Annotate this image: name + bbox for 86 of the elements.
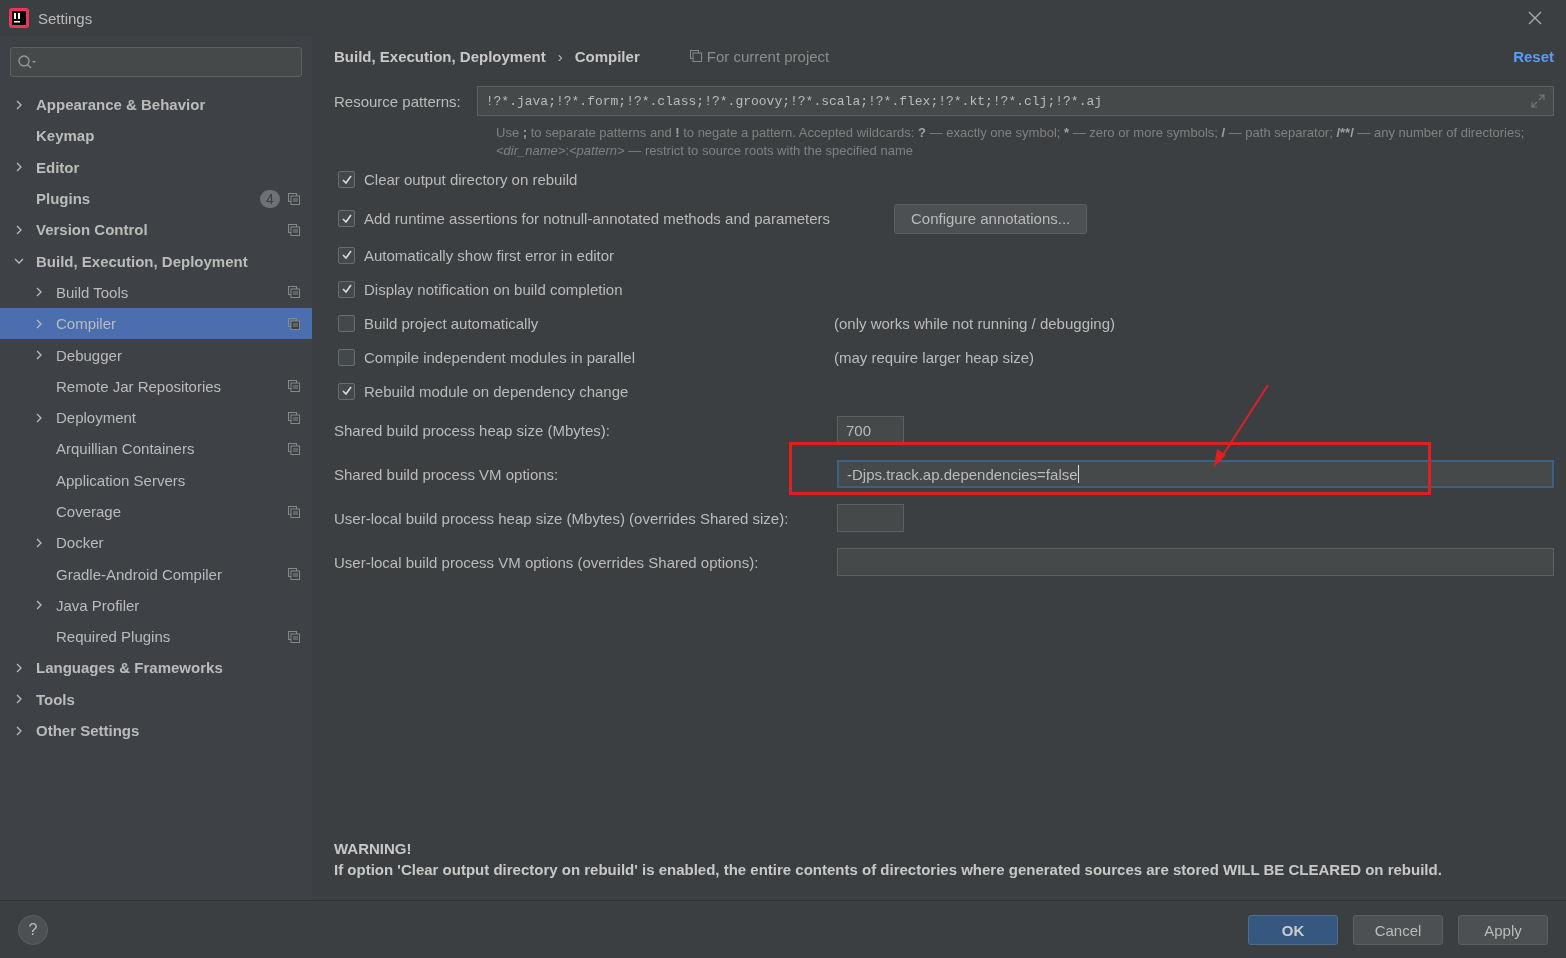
- copy-icon: [288, 411, 300, 424]
- chevron-icon[interactable]: [14, 694, 24, 705]
- checkbox[interactable]: [338, 314, 355, 332]
- breadcrumb-item[interactable]: Build, Execution, Deployment: [334, 47, 546, 65]
- tree-item[interactable]: Coverage: [0, 495, 312, 528]
- checkbox-label[interactable]: Compile independent modules in parallel: [364, 348, 635, 366]
- tree-item[interactable]: Languages & Frameworks: [0, 652, 312, 684]
- tree-item[interactable]: Required Plugins: [0, 621, 312, 653]
- copy-icon: [288, 630, 300, 643]
- tree-item[interactable]: Version Control: [0, 214, 312, 246]
- search-icon: [17, 54, 37, 70]
- tree-item[interactable]: Build, Execution, Deployment: [0, 245, 312, 277]
- tree-item[interactable]: Debugger: [0, 339, 312, 371]
- field-label: Resource patterns:: [334, 92, 461, 110]
- copy-icon: [288, 442, 300, 455]
- chevron-icon[interactable]: [34, 318, 44, 329]
- copy-icon: [288, 192, 300, 205]
- field-label: Shared build process heap size (Mbytes):: [334, 421, 611, 439]
- chevron-icon[interactable]: [34, 350, 44, 360]
- copy-icon: [288, 568, 300, 581]
- chevron-icon[interactable]: [34, 600, 44, 611]
- note-text: (may require larger heap size): [834, 348, 1036, 366]
- chevron-icon[interactable]: [34, 537, 44, 548]
- reset-link[interactable]: Reset: [1513, 47, 1554, 65]
- checkbox-label[interactable]: Add runtime assertions for notnull-annotated methods and parameters: [364, 210, 831, 227]
- field-label: User-local build process VM options (overrides Shared options):: [334, 553, 760, 571]
- configure-button[interactable]: Configure annotations...: [894, 203, 1088, 234]
- warning-text: If option 'Clear output directory on rebuild' is enabled, the entire contents of directories where generated sources are stored WILL BE CLEARED on rebuild.: [334, 860, 1443, 880]
- dialog-button[interactable]: OK: [1248, 915, 1338, 945]
- tree-item[interactable]: Arquillian Containers: [0, 433, 312, 465]
- copy-icon: [288, 223, 300, 236]
- tree-item[interactable]: Deployment: [0, 401, 312, 434]
- close-icon[interactable]: [1528, 11, 1542, 25]
- checkbox[interactable]: [338, 246, 355, 264]
- tree-item[interactable]: Remote Jar Repositories: [0, 370, 312, 402]
- field-label: Shared build process VM options:: [334, 465, 560, 483]
- copy-icon: [288, 317, 300, 330]
- chevron-icon[interactable]: [14, 663, 24, 673]
- chevron-icon[interactable]: [34, 412, 44, 423]
- hint-text: Use ; to separate patterns and ! to negate a pattern. Accepted wildcards: ? — exactly one symbol; * — zero or more symbols; / — path separator; /**/ — any number of directories; <dir_name>:<pattern> — restrict to source roots with the specified name: [496, 124, 1526, 160]
- dialog-button[interactable]: Cancel: [1353, 915, 1443, 945]
- warning-title: WARNING!: [334, 839, 413, 859]
- tree-item[interactable]: Editor: [0, 151, 312, 183]
- chevron-icon[interactable]: [14, 99, 24, 110]
- chevron-icon[interactable]: [14, 224, 24, 235]
- breadcrumb-separator: ›: [557, 47, 563, 65]
- app-logo-icon: [8, 7, 30, 29]
- checkbox[interactable]: [338, 382, 355, 400]
- chevron-icon[interactable]: [34, 287, 44, 298]
- help-button[interactable]: ?: [18, 915, 48, 945]
- checkbox[interactable]: [338, 280, 355, 298]
- tree-item[interactable]: Other Settings: [0, 714, 312, 747]
- checkbox-label[interactable]: Display notification on build completion: [364, 280, 623, 298]
- input-field[interactable]: [837, 504, 904, 532]
- copy-icon: [288, 286, 300, 299]
- chevron-icon[interactable]: [14, 162, 24, 173]
- note-text: (only works while not running / debugging): [834, 314, 1116, 332]
- tree-item[interactable]: Build Tools: [0, 276, 312, 309]
- tree-item[interactable]: Gradle-Android Compiler: [0, 558, 312, 590]
- dialog-button[interactable]: Apply: [1458, 915, 1548, 945]
- checkbox-label[interactable]: Build project automatically: [364, 314, 539, 332]
- copy-icon: [288, 380, 300, 393]
- input-field[interactable]: [837, 548, 1554, 576]
- checkbox[interactable]: [338, 171, 355, 188]
- checkbox-label[interactable]: Clear output directory on rebuild: [364, 171, 578, 188]
- resource-patterns-field[interactable]: !?*.java;!?*.form;!?*.class;!?*.groovy;!?*.scala;!?*.flex;!?*.kt;!?*.clj;!?*.aj: [476, 86, 1554, 116]
- window-title: Settings: [38, 9, 93, 27]
- input-field[interactable]: 700: [837, 416, 904, 444]
- tree-item[interactable]: Application Servers: [0, 464, 312, 496]
- tree-item[interactable]: Keymap: [0, 120, 312, 152]
- chevron-icon[interactable]: [14, 725, 24, 736]
- copy-icon: [689, 50, 702, 62]
- search-field[interactable]: [10, 47, 302, 77]
- checkbox-label[interactable]: Automatically show first error in editor: [364, 246, 615, 264]
- input-field[interactable]: -Djps.track.ap.dependencies=false: [837, 460, 1554, 488]
- breadcrumb-item[interactable]: Compiler: [574, 47, 640, 65]
- checkbox[interactable]: [338, 348, 355, 366]
- tree-item[interactable]: Java Profiler: [0, 589, 312, 622]
- copy-icon: [288, 505, 300, 518]
- scope-label: For current project: [706, 47, 830, 65]
- checkbox[interactable]: [338, 210, 355, 227]
- tree-item[interactable]: Tools: [0, 683, 312, 715]
- field-label: User-local build process heap size (Mbytes) (overrides Shared size):: [334, 509, 790, 527]
- tree-item[interactable]: Docker: [0, 527, 312, 559]
- tree-item[interactable]: Appearance & Behavior: [0, 89, 312, 121]
- checkbox-label[interactable]: Rebuild module on dependency change: [364, 382, 629, 400]
